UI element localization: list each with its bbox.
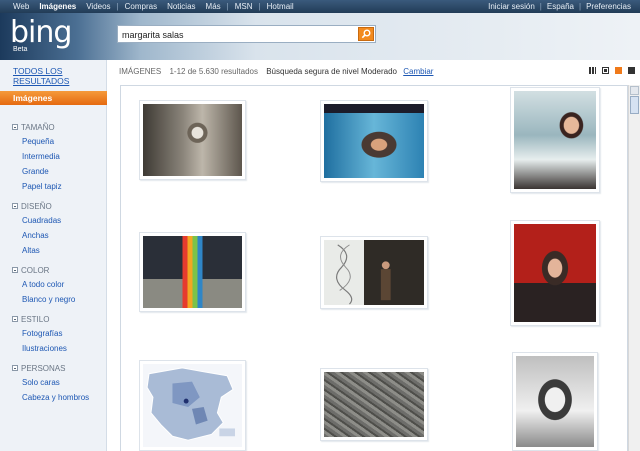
filter-size-wallpaper[interactable]: Papel tapiz (12, 182, 62, 192)
image-thumbnail (514, 224, 596, 322)
scroll-up-arrow-icon[interactable] (630, 86, 639, 95)
search-button[interactable] (358, 27, 374, 41)
nav-imagenes[interactable]: Imágenes (34, 2, 81, 11)
filter-people-head-shoulders[interactable]: Cabeza y hombros (12, 393, 89, 403)
image-thumbnail (324, 372, 424, 437)
change-safe-search-link[interactable]: Cambiar (403, 67, 433, 76)
sign-in-link[interactable]: Iniciar sesión (483, 2, 540, 11)
filter-style-illustration[interactable]: Ilustraciones (12, 344, 67, 354)
image-result[interactable] (139, 232, 246, 312)
image-result[interactable] (512, 352, 598, 451)
filter-color-bw[interactable]: Blanco y negro (12, 295, 75, 305)
image-result[interactable] (320, 100, 428, 182)
image-result[interactable] (139, 360, 246, 451)
spain-map-icon (146, 367, 235, 441)
image-thumbnail (324, 240, 424, 305)
image-thumbnail (514, 91, 596, 189)
collapse-icon (12, 316, 18, 322)
search-input[interactable] (122, 28, 354, 41)
header: bing Beta (0, 13, 640, 60)
bing-logo[interactable]: bing Beta (10, 17, 96, 57)
filter-group-color: COLOR A todo color Blanco y negro (12, 265, 75, 305)
filter-group-title[interactable]: ESTILO (12, 314, 67, 324)
dna-drawing-icon (336, 244, 391, 305)
large-grid-icon[interactable] (615, 67, 622, 74)
vertical-scrollbar[interactable] (628, 85, 640, 451)
group-title-text: COLOR (21, 265, 50, 275)
logo-beta-label: Beta (13, 46, 28, 53)
nav-mas[interactable]: Más (201, 2, 226, 11)
collapse-icon (12, 267, 18, 273)
group-title-text: DISEÑO (21, 201, 52, 211)
filter-group-size: TAMAÑO Pequeña Intermedia Grande Papel t… (12, 122, 62, 192)
filter-layout-tall[interactable]: Altas (12, 246, 61, 256)
collapse-icon (12, 203, 18, 209)
small-grid-icon[interactable] (589, 67, 596, 74)
nav-noticias[interactable]: Noticias (162, 2, 200, 11)
nav-compras[interactable]: Compras (120, 2, 162, 11)
safe-search-status: Búsqueda segura de nivel Moderado (266, 67, 397, 76)
filter-people-faces[interactable]: Solo caras (12, 378, 89, 388)
filter-layout-square[interactable]: Cuadradas (12, 216, 61, 226)
filter-group-title[interactable]: TAMAÑO (12, 122, 62, 132)
results-count: 1-12 de 5.630 resultados (169, 67, 258, 76)
filter-layout-wide[interactable]: Anchas (12, 231, 61, 241)
collapse-icon (12, 365, 18, 371)
all-results-link[interactable]: TODOS LOS RESULTADOS (13, 66, 103, 86)
group-title-text: TAMAÑO (21, 122, 55, 132)
filter-group-layout: DISEÑO Cuadradas Anchas Altas (12, 201, 61, 256)
filter-size-large[interactable]: Grande (12, 167, 62, 177)
logo-text: bing (10, 15, 72, 50)
preferences-link[interactable]: Preferencias (581, 2, 636, 11)
search-box (117, 25, 376, 43)
top-nav-left: Web Imágenes Videos | Compras Noticias M… (8, 2, 299, 11)
filter-group-style: ESTILO Fotografías Ilustraciones (12, 314, 67, 354)
collapse-icon (12, 124, 18, 130)
filter-size-small[interactable]: Pequeña (12, 137, 62, 147)
filter-group-title[interactable]: PERSONAS (12, 363, 89, 373)
filter-group-title[interactable]: DISEÑO (12, 201, 61, 211)
sidebar: TODOS LOS RESULTADOS Imágenes TAMAÑO Peq… (0, 60, 107, 451)
image-thumbnail (143, 364, 242, 447)
sidebar-item-imagenes[interactable]: Imágenes (0, 91, 107, 105)
filter-group-title[interactable]: COLOR (12, 265, 75, 275)
region-link[interactable]: España (542, 2, 579, 11)
nav-hotmail[interactable]: Hotmail (262, 2, 299, 11)
image-thumbnail (143, 236, 242, 308)
results-info-bar: IMÁGENES 1-12 de 5.630 resultados Búsque… (119, 67, 640, 77)
image-thumbnail (324, 104, 424, 178)
image-result[interactable] (510, 87, 600, 193)
image-thumbnail (143, 104, 242, 176)
scrollbar-thumb[interactable] (630, 96, 639, 114)
group-title-text: ESTILO (21, 314, 50, 324)
search-icon (361, 29, 371, 39)
image-result[interactable] (139, 100, 246, 180)
filter-color-full[interactable]: A todo color (12, 280, 75, 290)
image-result[interactable] (320, 368, 428, 441)
filter-style-photo[interactable]: Fotografías (12, 329, 67, 339)
view-size-toggles (589, 67, 635, 74)
image-result[interactable] (320, 236, 428, 309)
extra-large-icon[interactable] (628, 67, 635, 74)
nav-msn[interactable]: MSN (230, 2, 258, 11)
medium-grid-icon[interactable] (602, 67, 609, 74)
results-label: IMÁGENES (119, 67, 162, 76)
filter-group-people: PERSONAS Solo caras Cabeza y hombros (12, 363, 89, 403)
top-navigation-bar: Web Imágenes Videos | Compras Noticias M… (0, 0, 640, 13)
image-thumbnail (516, 356, 594, 447)
filter-size-medium[interactable]: Intermedia (12, 152, 62, 162)
group-title-text: PERSONAS (21, 363, 66, 373)
nav-web[interactable]: Web (8, 2, 34, 11)
image-result[interactable] (510, 220, 600, 326)
top-nav-right: Iniciar sesión | España | Preferencias (483, 2, 636, 11)
nav-videos[interactable]: Videos (81, 2, 115, 11)
